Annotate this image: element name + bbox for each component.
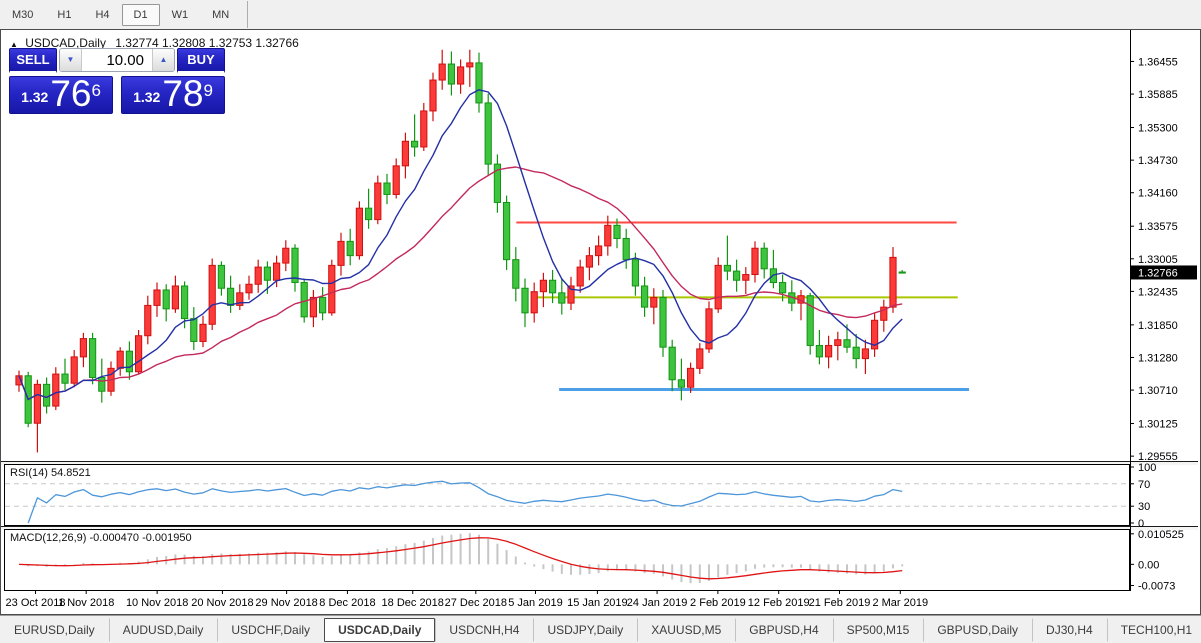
date-tick-label: 12 Feb 2019 (748, 597, 810, 609)
timeframe-tab-mn[interactable]: MN (200, 4, 241, 26)
ma-fast-line (19, 90, 902, 400)
macd-name: MACD(12,26,9) (10, 532, 86, 544)
rsi-value: 54.8521 (51, 467, 91, 479)
macd-axis-label: 0.010525 (1138, 529, 1184, 541)
timeframe-tab-m30[interactable]: M30 (0, 4, 45, 26)
price-axis-label: 1.31280 (1138, 352, 1178, 364)
timeframe-tab-h1[interactable]: H1 (45, 4, 83, 26)
price-axis-label: 1.31850 (1138, 320, 1178, 332)
rsi-label: RSI(14) 54.8521 (10, 467, 91, 479)
symbol-tab-xauusd-m5[interactable]: XAUUSD,M5 (637, 618, 735, 642)
symbol-tab-tech100-h1[interactable]: TECH100,H1 (1107, 618, 1201, 642)
one-click-trade-panel: SELL ▼ 10.00 ▲ BUY 1.32 76 6 1.32 78 9 (9, 48, 227, 114)
price-axis-label: 1.33005 (1138, 254, 1178, 266)
timeframe-tab-d1[interactable]: D1 (122, 4, 160, 26)
macd-axis-label: -0.0073 (1138, 581, 1175, 593)
buy-price-button[interactable]: 1.32 78 9 (121, 76, 225, 114)
symbol-tab-usdchf-daily[interactable]: USDCHF,Daily (217, 618, 324, 642)
macd-label: MACD(12,26,9) -0.000470 -0.001950 (10, 532, 192, 544)
mt4-window: M30H1H4D1W1MN ▲ USDCAD,Daily 1.32774 1.3… (0, 0, 1201, 643)
symbol-tab-usdcnh-h4[interactable]: USDCNH,H4 (435, 618, 533, 642)
rsi-axis-label: 30 (1138, 501, 1150, 513)
date-tick-label: 24 Jan 2019 (627, 597, 688, 609)
volume-increase-button[interactable]: ▲ (152, 49, 174, 71)
symbol-tab-usdcad-daily[interactable]: USDCAD,Daily (324, 618, 435, 642)
current-price-value: 1.32766 (1138, 267, 1178, 279)
price-axis-label: 1.36455 (1138, 56, 1178, 68)
date-tick-label: 20 Nov 2018 (191, 597, 253, 609)
buy-price-prefix: 1.32 (133, 84, 160, 110)
price-axis[interactable]: 1.36455 1.35885 1.35300 1.34730 1.34160 1.335… (1130, 30, 1198, 614)
sell-price-big: 76 (50, 77, 91, 110)
rsi-axis-label: 70 (1138, 479, 1150, 491)
date-tick-label: 27 Dec 2018 (445, 597, 507, 609)
sell-button[interactable]: SELL (9, 48, 57, 73)
symbol-tab-eurusd-daily[interactable]: EURUSD,Daily (0, 618, 109, 642)
rsi-name: RSI(14) (10, 467, 48, 479)
timeframe-tab-h4[interactable]: H4 (83, 4, 121, 26)
symbol-tab-audusd-daily[interactable]: AUDUSD,Daily (109, 618, 218, 642)
symbol-tab-usdjpy-daily[interactable]: USDJPY,Daily (533, 618, 637, 642)
symbol-tab-dj30-h4[interactable]: DJ30,H4 (1032, 618, 1107, 642)
buy-price-pip: 9 (203, 86, 212, 96)
price-axis-label: 1.33575 (1138, 221, 1178, 233)
volume-stepper: ▼ 10.00 ▲ (59, 48, 175, 72)
price-axis-label: 1.35300 (1138, 123, 1178, 135)
horizontal-lines (516, 222, 969, 389)
sell-price-button[interactable]: 1.32 76 6 (9, 76, 113, 114)
buy-button[interactable]: BUY (177, 48, 225, 73)
symbol-tab-gbpusd-h4[interactable]: GBPUSD,H4 (735, 618, 832, 642)
date-tick-label: 21 Feb 2019 (809, 597, 871, 609)
date-tick-label: 18 Dec 2018 (382, 597, 444, 609)
symbol-tabs: EURUSD,DailyAUDUSD,DailyUSDCHF,DailyUSDC… (0, 618, 1201, 642)
timeframe-tab-w1[interactable]: W1 (160, 4, 201, 26)
date-tick-label: 2 Feb 2019 (690, 597, 746, 609)
date-axis[interactable]: 23 Oct 20181 Nov 2018 10 Nov 201820 Nov 2… (4, 591, 1130, 614)
buy-price-big: 78 (162, 77, 203, 110)
timeframe-tabs: M30H1H4D1W1MN (0, 3, 241, 26)
symbol-tab-sp500-m15[interactable]: SP500,M15 (833, 618, 924, 642)
chart-window: ▲ USDCAD,Daily 1.32774 1.32808 1.32753 1… (0, 29, 1201, 615)
symbol-tab-gbpusd-daily[interactable]: GBPUSD,Daily (923, 618, 1032, 642)
price-axis-label: 1.30710 (1138, 385, 1178, 397)
date-tick-label: 23 Oct 2018 (6, 597, 66, 609)
toolbar-divider (247, 1, 248, 28)
date-tick-label: 29 Nov 2018 (255, 597, 317, 609)
date-tick-label: 2 Mar 2019 (872, 597, 928, 609)
date-tick-label: 5 Jan 2019 (508, 597, 562, 609)
rsi-axis-label: 100 (1138, 462, 1156, 474)
volume-input[interactable]: 10.00 (82, 52, 152, 69)
volume-decrease-button[interactable]: ▼ (60, 49, 82, 71)
date-tick-label: 10 Nov 2018 (126, 597, 188, 609)
sell-price-prefix: 1.32 (21, 84, 48, 110)
price-axis-label: 1.30125 (1138, 419, 1178, 431)
price-axis-label: 1.32435 (1138, 286, 1178, 298)
date-tick-label: 15 Jan 2019 (567, 597, 628, 609)
price-axis-label: 1.35885 (1138, 89, 1178, 101)
rsi-indicator-pane[interactable] (4, 464, 1130, 526)
price-axis-label: 1.34730 (1138, 155, 1178, 167)
date-tick-label: 1 Nov 2018 (58, 597, 114, 609)
timeframe-toolbar: M30H1H4D1W1MN (0, 0, 1201, 29)
sell-price-pip: 6 (91, 86, 100, 96)
macd-values: -0.000470 -0.001950 (89, 532, 191, 544)
rsi-line (28, 481, 902, 523)
ma-slow-line (19, 167, 902, 400)
symbol-tab-bar: EURUSD,DailyAUDUSD,DailyUSDCHF,DailyUSDC… (0, 615, 1201, 643)
macd-axis-label: 0.00 (1138, 559, 1159, 571)
date-tick-label: 8 Dec 2018 (319, 597, 375, 609)
price-axis-label: 1.34160 (1138, 188, 1178, 200)
